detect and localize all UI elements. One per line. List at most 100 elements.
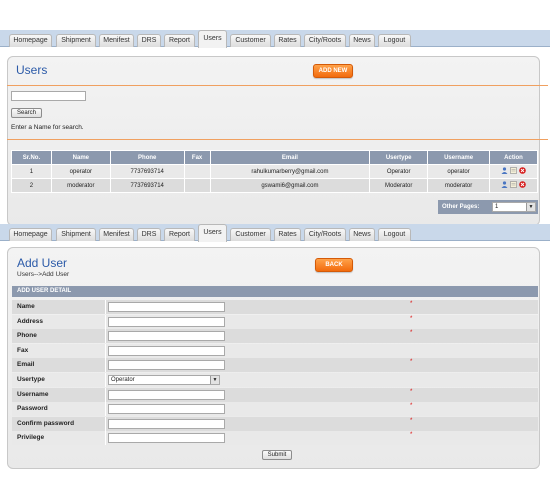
column-divider (105, 373, 106, 387)
second-nav-bar: Homepage Shipment Menifest DRS Report Us… (0, 224, 550, 242)
page-select-value: 1 (495, 204, 499, 210)
tab-city-roots[interactable]: City/Roots (304, 228, 346, 241)
fax-field[interactable] (108, 345, 225, 356)
required-marker: * (410, 301, 413, 307)
user-icon[interactable] (501, 167, 508, 174)
submit-button[interactable]: Submit (262, 450, 292, 460)
tab-shipment[interactable]: Shipment (56, 34, 96, 47)
search-button[interactable]: Search (11, 108, 42, 118)
cell-action (489, 164, 538, 179)
field-label: Username (17, 390, 49, 398)
column-divider (105, 329, 106, 344)
col-name: Name (50, 150, 111, 165)
tab-city-roots[interactable]: City/Roots (304, 34, 346, 47)
col-phone: Phone (109, 150, 185, 165)
cell-fax (183, 164, 211, 179)
tab-customer[interactable]: Customer (230, 34, 271, 47)
edit-icon[interactable] (510, 181, 517, 188)
required-marker: * (410, 417, 413, 424)
email-field[interactable] (108, 360, 225, 371)
cell-action (489, 178, 538, 193)
field-label: Phone (17, 332, 37, 340)
col-email: Email (209, 150, 371, 165)
tab-homepage[interactable]: Homepage (9, 228, 52, 241)
delete-icon[interactable] (519, 167, 526, 174)
back-button[interactable]: BACK (315, 258, 353, 272)
search-hint: Enter a Name for search. (11, 124, 84, 131)
phone-field[interactable] (108, 331, 225, 342)
cell-name: moderator (50, 178, 111, 193)
cell-srno: 2 (11, 178, 52, 193)
cell-username: moderator (427, 178, 491, 193)
form-row: Usertype Operator ▼ (12, 373, 538, 387)
tab-rates[interactable]: Rates (274, 34, 301, 47)
tab-report[interactable]: Report (164, 34, 195, 47)
column-divider (105, 343, 106, 358)
field-label: Privilege (17, 434, 45, 442)
search-input[interactable] (11, 91, 86, 101)
tab-homepage[interactable]: Homepage (9, 34, 52, 47)
field-label: Confirm password (17, 419, 75, 427)
required-marker: * (410, 388, 413, 395)
confirm-password-field[interactable] (108, 418, 225, 429)
tab-menifest[interactable]: Menifest (99, 228, 134, 241)
cell-name: operator (50, 164, 111, 179)
edit-icon[interactable] (510, 167, 517, 174)
chevron-down-icon: ▼ (526, 203, 535, 211)
tab-shipment[interactable]: Shipment (56, 228, 96, 241)
privilege-field[interactable] (108, 433, 225, 444)
address-field[interactable] (108, 316, 225, 327)
divider (7, 139, 548, 140)
required-marker: * (410, 403, 413, 410)
password-field[interactable] (108, 404, 225, 415)
usertype-select[interactable]: Operator ▼ (108, 375, 220, 385)
form-row: Username * (12, 387, 538, 402)
pager-bar: Other Pages: 1 ▼ (438, 200, 538, 214)
cell-username: operator (427, 164, 491, 179)
form-row: Name * (12, 300, 538, 314)
required-marker: * (410, 315, 413, 322)
chevron-down-icon: ▼ (210, 376, 219, 384)
field-label: Password (17, 405, 48, 413)
delete-icon[interactable] (519, 181, 526, 188)
cell-usertype: Moderator (369, 178, 429, 193)
col-username: Username (427, 150, 491, 165)
field-label: Usertype (17, 376, 45, 383)
cell-usertype: Operator (369, 164, 429, 179)
column-divider (105, 402, 106, 417)
name-field[interactable] (108, 302, 225, 312)
add-new-button[interactable]: ADD NEW (313, 64, 353, 78)
tab-customer[interactable]: Customer (230, 228, 271, 241)
tab-drs[interactable]: DRS (137, 228, 161, 241)
form-row: Address * (12, 314, 538, 329)
tab-news[interactable]: News (349, 228, 375, 241)
tab-news[interactable]: News (349, 34, 375, 47)
tab-logout[interactable]: Logout (378, 228, 411, 241)
tab-users[interactable]: Users (198, 30, 227, 48)
cell-phone: 7737693714 (109, 178, 185, 193)
table-row: 2 moderator 7737693714 gswami6@gmail.com… (11, 178, 538, 193)
tab-logout[interactable]: Logout (378, 34, 411, 47)
table-row: 1 operator 7737693714 rahulkumarberry@gm… (11, 164, 538, 179)
column-divider (105, 314, 106, 329)
page-select[interactable]: 1 ▼ (492, 202, 536, 212)
column-divider (105, 300, 106, 314)
divider (7, 85, 548, 86)
tab-rates[interactable]: Rates (274, 228, 301, 241)
field-label: Email (17, 361, 35, 369)
form-row: Password * (12, 402, 538, 417)
username-field[interactable] (108, 389, 225, 400)
tab-users[interactable]: Users (198, 224, 227, 242)
tab-drs[interactable]: DRS (137, 34, 161, 47)
tab-menifest[interactable]: Menifest (99, 34, 134, 47)
cell-phone: 7737693714 (109, 164, 185, 179)
tab-report[interactable]: Report (164, 228, 195, 241)
user-icon[interactable] (501, 181, 508, 188)
cell-srno: 1 (11, 164, 52, 179)
column-divider (105, 358, 106, 373)
cell-email: gswami6@gmail.com (209, 178, 371, 193)
top-nav-bar: Homepage Shipment Menifest DRS Report Us… (0, 30, 550, 48)
column-divider (105, 416, 106, 431)
required-marker: * (410, 330, 413, 337)
breadcrumb: Users-->Add User (17, 271, 70, 278)
